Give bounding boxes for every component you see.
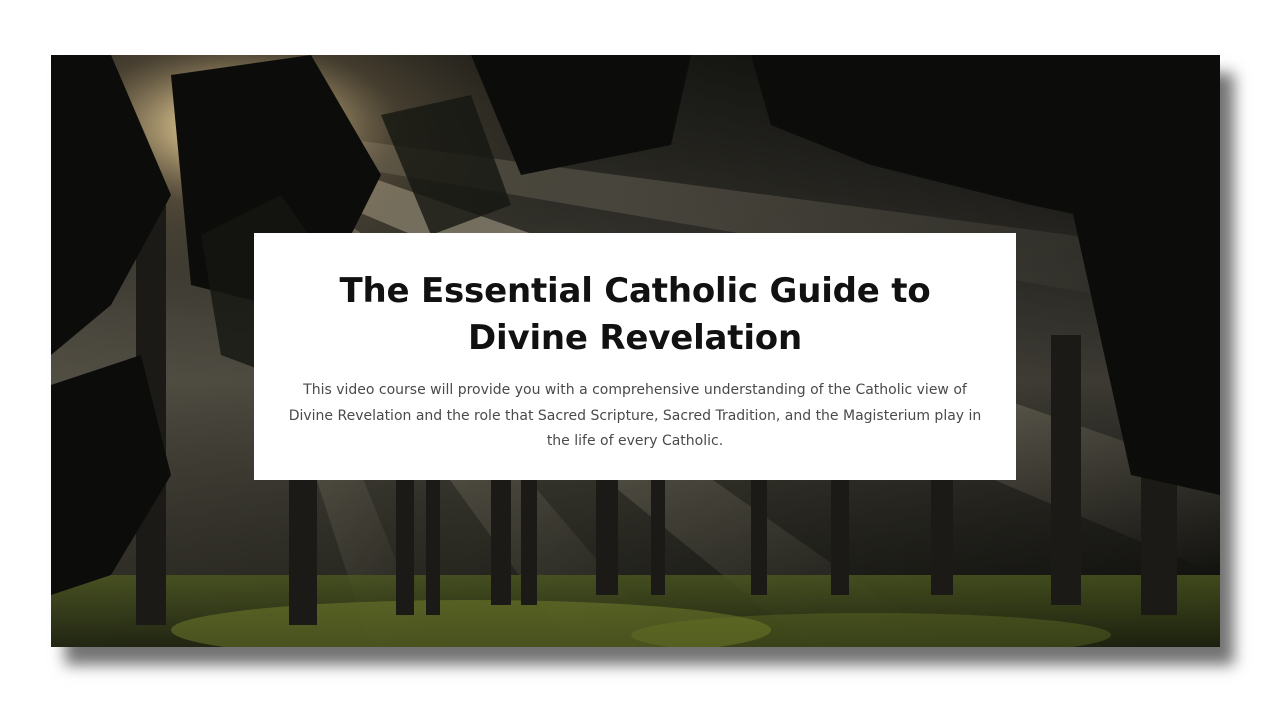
course-title: The Essential Catholic Guide to Divine R…	[339, 271, 931, 358]
course-info-card: The Essential Catholic Guide to Divine R…	[254, 233, 1016, 480]
course-hero-banner: The Essential Catholic Guide to Divine R…	[51, 55, 1220, 647]
course-description: This video course will provide you with …	[288, 382, 982, 449]
